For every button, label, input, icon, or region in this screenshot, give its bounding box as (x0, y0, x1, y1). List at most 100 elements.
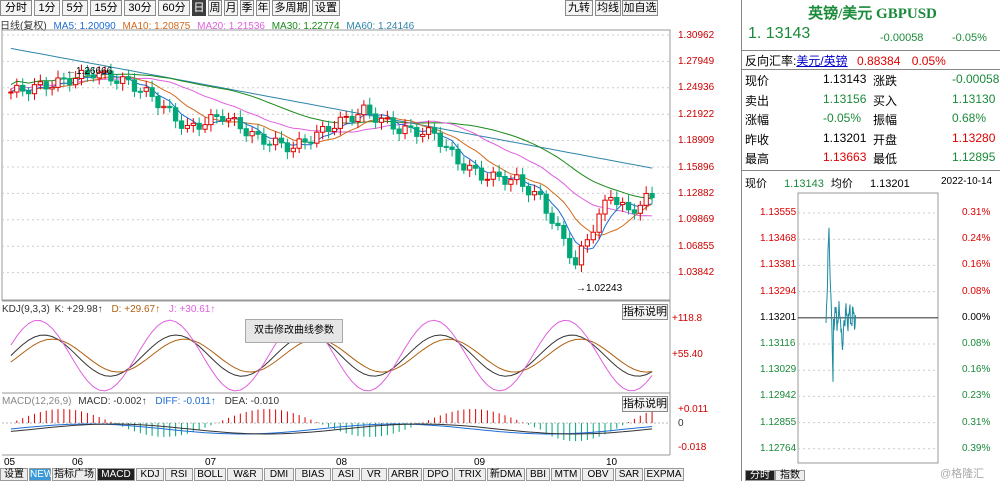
reverse-pct: 0.05% (911, 54, 946, 68)
intraday-price-label: 1.13555 (760, 207, 797, 218)
macd-axis-bot: -0.018 (678, 442, 707, 453)
candle (496, 171, 502, 178)
quote-value: 1.13156 (823, 91, 867, 106)
quote-label: 开盘 (873, 132, 898, 147)
intraday-price-label: 1.13029 (760, 364, 797, 376)
candle (243, 128, 249, 137)
reverse-pair[interactable]: 美元/英镑 (796, 54, 847, 68)
candle (314, 131, 320, 144)
candle (14, 84, 20, 93)
indicator-tab-16[interactable]: BBI (526, 468, 550, 481)
candle (584, 239, 591, 247)
intraday-pct-label: 0.24% (962, 233, 991, 245)
quote-label: 涨跌 (873, 74, 898, 88)
macd-help-button[interactable]: 指标说明 (622, 396, 668, 412)
indicator-tab-6[interactable]: BOLL (194, 468, 226, 481)
candle (184, 124, 191, 129)
indicator-tab-2[interactable]: 指标广场 (52, 468, 96, 481)
intraday-tab-0[interactable]: 分时 (745, 470, 775, 481)
candle (549, 212, 555, 224)
candle (631, 209, 638, 214)
current-price: 1. 13143 (748, 25, 811, 42)
candle (431, 127, 438, 134)
indicator-tab-19[interactable]: SAR (615, 468, 643, 481)
divider (742, 170, 1000, 171)
candle (114, 80, 120, 84)
intraday-pct-label: 0.16% (962, 259, 991, 271)
quote-label: 卖出 (745, 93, 770, 108)
indicator-tab-20[interactable]: EXPMA (644, 468, 684, 481)
candle (249, 131, 255, 137)
candle (590, 231, 596, 241)
intraday-price-label: 1.12764 (760, 442, 797, 454)
indicator-tab-15[interactable]: 新DMA (487, 468, 525, 481)
intraday-now: 1.13143 (784, 178, 824, 190)
quote-value: 1.13663 (823, 150, 867, 164)
intraday-header: 现价 1.13143 均价 1.13201 (745, 175, 910, 191)
intraday-avg-label: 均价 (830, 178, 853, 190)
candle (525, 185, 532, 196)
indicator-tab-13[interactable]: DPO (423, 468, 453, 481)
indicator-tab-10[interactable]: ASI (332, 468, 360, 481)
kdj-legend: KDJ(9,3,3) K: +29.98↑ D: +29.67↑ J: +30.… (2, 304, 215, 315)
candle (308, 141, 314, 144)
candle (337, 116, 343, 129)
pair-name: 英镑/美元 GBPUSD (808, 6, 937, 22)
indicator-tab-9[interactable]: BIAS (295, 468, 331, 481)
candle (196, 122, 202, 130)
indicator-tab-17[interactable]: MTM (551, 468, 581, 481)
candle (20, 84, 26, 92)
candle (149, 87, 155, 97)
candle (178, 120, 185, 129)
low-annotation: →1.02243 (576, 283, 623, 294)
candle (31, 84, 38, 95)
candle (490, 171, 496, 180)
candle (125, 76, 132, 81)
intraday-date: 2022-10-14 (941, 176, 993, 187)
candle (202, 124, 208, 130)
candle (467, 164, 473, 171)
indicator-tab-11[interactable]: VR (361, 468, 387, 481)
intraday-pct-label: 0.08% (962, 285, 991, 297)
candle (131, 79, 138, 92)
intraday-price-line (825, 227, 856, 382)
reverse-rate: 反向汇率:美元/英镑 0.88384 0.05% (745, 52, 946, 69)
indicator-tab-18[interactable]: OBV (582, 468, 614, 481)
quote-label: 振幅 (873, 113, 898, 127)
month-label: 10 (606, 457, 618, 468)
candle (290, 147, 296, 153)
candle (625, 201, 632, 211)
price-axis-label: 1.27949 (678, 56, 715, 67)
candle (43, 81, 49, 90)
intraday-tab-1[interactable]: 指数 (775, 470, 805, 481)
indicator-tab-1[interactable]: NEW (29, 468, 53, 481)
macd-axis-top: +0.011 (678, 404, 709, 415)
intraday-tabs: 分时 指数 (745, 470, 805, 481)
candle (578, 245, 585, 266)
kdj-help-button[interactable]: 指标说明 (622, 304, 668, 320)
candle (472, 164, 479, 169)
candle (396, 128, 402, 135)
candle (643, 192, 649, 206)
candle (37, 81, 43, 86)
kdj-d-line (10, 338, 653, 373)
indicator-tab-7[interactable]: W&R (227, 468, 263, 481)
macd-value: MACD: -0.002↑ (78, 396, 147, 407)
candle (372, 113, 379, 123)
candle (514, 174, 520, 181)
indicator-tab-5[interactable]: RSI (165, 468, 193, 481)
indicator-tab-12[interactable]: ARBR (388, 468, 422, 481)
quote-value: 0.68% (952, 111, 987, 125)
reverse-value: 0.88384 (857, 54, 901, 68)
indicator-tab-8[interactable]: DMI (264, 468, 294, 481)
indicator-tab-14[interactable]: TRIX (454, 468, 486, 481)
indicator-tab-4[interactable]: KDJ (136, 468, 164, 481)
indicator-tab-0[interactable]: 设置 (0, 468, 28, 481)
candle (261, 133, 267, 145)
candle (455, 148, 461, 165)
candle (408, 125, 414, 128)
divider (742, 50, 1000, 51)
kdj-title: KDJ(9,3,3) (2, 304, 50, 315)
indicator-tab-3[interactable]: MACD (97, 468, 135, 481)
candle (520, 174, 526, 187)
